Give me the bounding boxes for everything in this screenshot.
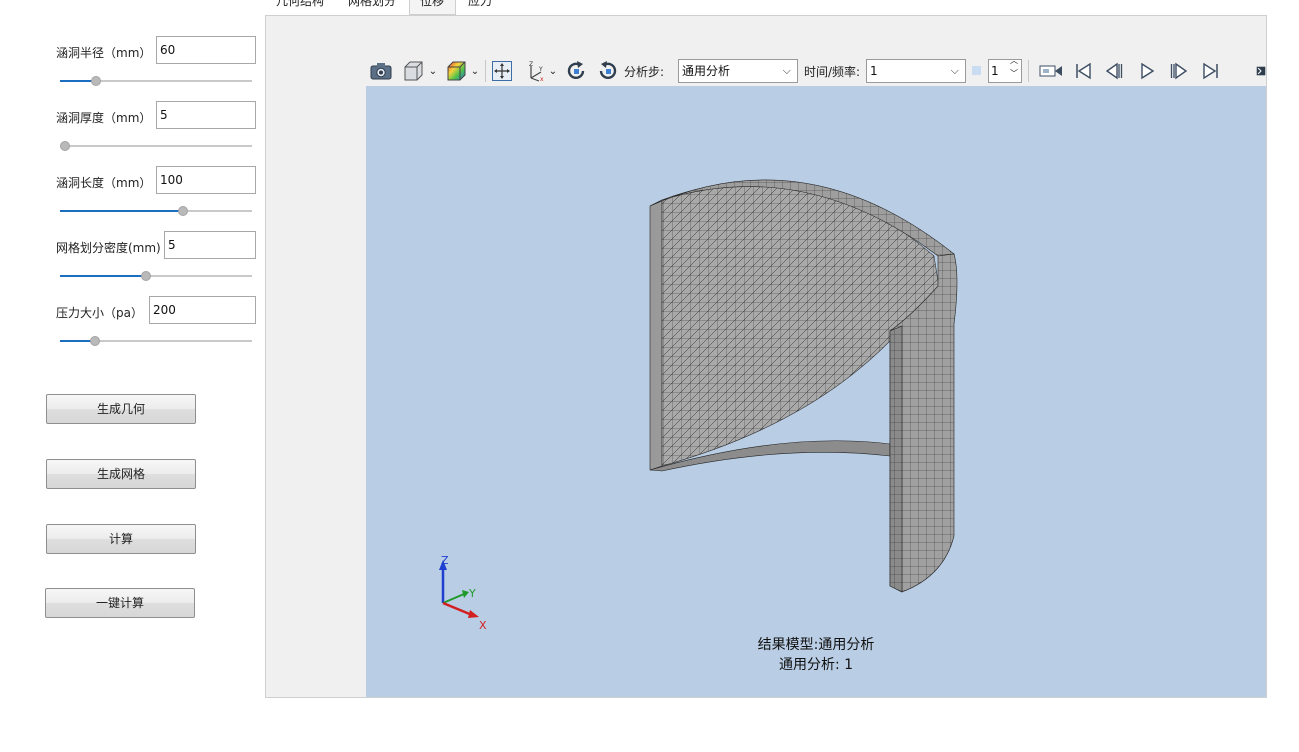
expand-icon[interactable] xyxy=(1256,59,1266,83)
record-video-icon[interactable] xyxy=(1038,59,1064,83)
tab-stress[interactable]: 应力 xyxy=(458,0,502,14)
y-axis-label: Y xyxy=(468,587,476,600)
cube-view-icon[interactable] xyxy=(401,59,425,83)
spin-down-icon[interactable]: ﹀ xyxy=(1010,69,1018,79)
generate-mesh-button[interactable]: 生成网格 xyxy=(46,459,196,489)
y-axis-line xyxy=(442,593,465,604)
length-slider[interactable] xyxy=(60,206,252,216)
thickness-label: 涵洞厚度（mm） xyxy=(56,111,152,125)
length-input[interactable]: 100 xyxy=(156,166,256,194)
one-click-compute-button[interactable]: 一键计算 xyxy=(45,588,195,618)
fit-view-icon[interactable] xyxy=(490,59,514,83)
frame-spinbox-value: 1 xyxy=(991,64,999,78)
svg-text:x: x xyxy=(540,76,544,82)
frame-spinbox[interactable]: 1 ︿ ﹀ xyxy=(988,56,1022,83)
x-axis-arrow xyxy=(468,610,479,618)
x-axis-line xyxy=(442,601,473,617)
compute-button[interactable]: 计算 xyxy=(46,524,196,554)
thickness-input[interactable]: 5 xyxy=(156,101,256,129)
z-axis-label: Z xyxy=(441,554,449,567)
tab-displacement[interactable]: 位移 xyxy=(409,0,456,15)
time-frequency-value: 1 xyxy=(870,64,878,78)
viewer-toolbar: ⌄ ⌄ ZYx ⌄ 分析步: 通用分析 ⌵ 时间/频率: 1 ⌵ 1 ︿ ﹀ xyxy=(366,56,1266,86)
analysis-step-select[interactable]: 通用分析 ⌵ xyxy=(678,59,798,83)
culvert-mesh-model xyxy=(649,179,958,593)
contour-display-icon[interactable] xyxy=(444,59,468,83)
rotate-view-icon[interactable] xyxy=(564,59,588,83)
slider-fill xyxy=(60,275,147,277)
toolbar-divider xyxy=(485,60,486,82)
frame-indicator-icon xyxy=(972,66,981,75)
pressure-input[interactable]: 200 xyxy=(149,296,256,324)
spin-up-icon[interactable]: ︿ xyxy=(1010,56,1018,66)
slider-fill xyxy=(60,210,183,212)
toolbar-divider xyxy=(1028,60,1029,82)
mesh-density-input[interactable]: 5 xyxy=(164,231,256,259)
tab-geometry[interactable]: 几何结构 xyxy=(266,0,334,14)
camera-icon[interactable] xyxy=(369,59,393,83)
result-step-caption: 通用分析: 1 xyxy=(778,657,854,673)
slider-thumb[interactable] xyxy=(89,336,100,346)
slider-track xyxy=(60,145,252,147)
radius-slider[interactable] xyxy=(60,76,252,86)
next-frame-icon[interactable] xyxy=(1168,59,1190,83)
pressure-slider[interactable] xyxy=(60,336,252,346)
slider-thumb[interactable] xyxy=(141,271,152,281)
thickness-slider[interactable] xyxy=(60,141,252,151)
y-axis-arrow xyxy=(462,590,469,598)
analysis-step-value: 通用分析 xyxy=(682,64,731,78)
radius-input[interactable]: 60 xyxy=(156,36,256,64)
radius-label: 涵洞半径（mm） xyxy=(56,46,152,60)
play-icon[interactable] xyxy=(1136,59,1158,83)
refresh-icon[interactable] xyxy=(596,59,620,83)
time-frequency-label: 时间/频率: xyxy=(804,65,861,79)
chevron-down-icon: ⌵ xyxy=(782,64,791,77)
svg-text:Z: Z xyxy=(529,61,533,68)
slider-thumb[interactable] xyxy=(91,76,102,86)
length-label: 涵洞长度（mm） xyxy=(56,176,152,190)
tab-mesh[interactable]: 网格划分 xyxy=(338,0,406,14)
chevron-down-icon[interactable]: ⌄ xyxy=(548,59,558,83)
slider-thumb[interactable] xyxy=(60,141,70,151)
svg-text:Y: Y xyxy=(538,66,543,73)
axis-triad: Z Y X xyxy=(439,554,487,632)
first-frame-icon[interactable] xyxy=(1072,59,1094,83)
pressure-label: 压力大小（pa） xyxy=(56,306,143,320)
mesh-density-slider[interactable] xyxy=(60,271,252,281)
3d-viewport[interactable]: Z Y X 结果模型:通用分析 通用分析: 1 xyxy=(366,86,1266,697)
result-model-caption: 结果模型:通用分析 xyxy=(757,637,875,653)
slider-thumb[interactable] xyxy=(177,206,188,216)
chevron-down-icon[interactable]: ⌄ xyxy=(470,59,480,83)
chevron-down-icon: ⌵ xyxy=(950,64,959,77)
mesh-density-label: 网格划分密度(mm) xyxy=(56,241,161,255)
generate-geometry-button[interactable]: 生成几何 xyxy=(46,394,196,424)
analysis-step-label: 分析步: xyxy=(624,65,665,79)
last-frame-icon[interactable] xyxy=(1200,59,1222,83)
axis-orientation-icon[interactable]: ZYx xyxy=(523,59,547,83)
time-frequency-select[interactable]: 1 ⌵ xyxy=(866,59,966,83)
x-axis-label: X xyxy=(479,619,487,632)
chevron-down-icon[interactable]: ⌄ xyxy=(428,59,438,83)
previous-frame-icon[interactable] xyxy=(1103,59,1125,83)
